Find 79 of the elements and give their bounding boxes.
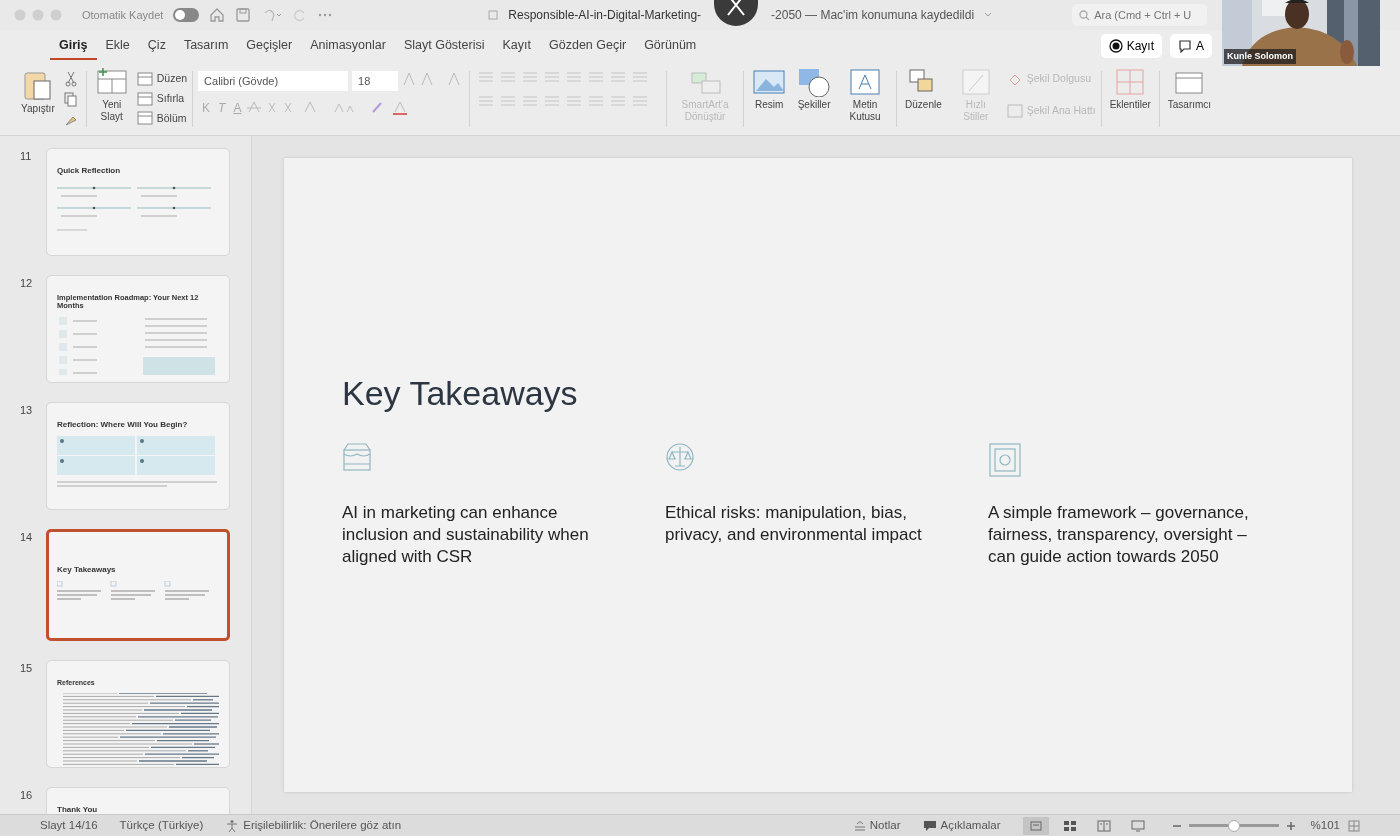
grid-view-icon bbox=[1062, 819, 1077, 832]
ribbon-button[interactable]: Şekiller bbox=[794, 67, 835, 111]
new-slide-button[interactable]: Yeni Slayt bbox=[91, 67, 132, 122]
slide-number: 11 bbox=[20, 149, 33, 164]
ribbon-tab[interactable]: Çiz bbox=[138, 31, 175, 61]
ribbon-tab[interactable]: Tasarım bbox=[174, 31, 238, 61]
ribbon-tab[interactable]: Gözden Geçir bbox=[540, 31, 636, 61]
comment-icon bbox=[1178, 39, 1192, 53]
document-icon bbox=[488, 10, 499, 20]
outline-icon bbox=[1006, 103, 1023, 118]
font-size-field[interactable]: 18 bbox=[352, 71, 399, 91]
close-icon[interactable] bbox=[714, 0, 759, 26]
slide-counter: Slayt 14/16 bbox=[40, 817, 98, 833]
font-field[interactable]: Calibri (Gövde) bbox=[198, 71, 349, 91]
record-icon bbox=[1108, 39, 1123, 53]
slide-title: Key Takeaways bbox=[342, 373, 579, 414]
language-label[interactable]: Türkçe (Türkiye) bbox=[119, 816, 204, 835]
slideshow-icon bbox=[1130, 819, 1145, 832]
thumbnail-title: Reflection: Where Will You Begin? bbox=[57, 421, 189, 430]
text-box-icon bbox=[848, 67, 883, 97]
ribbon-button[interactable]: Resim bbox=[749, 67, 790, 111]
normal-view-icon bbox=[1028, 819, 1043, 832]
thumbnail-title: Thank You bbox=[57, 806, 99, 814]
takeaway-text: Ethical risks: manipulation, bias, privacy, and environmental impact bbox=[665, 501, 923, 546]
zoom-in-icon[interactable] bbox=[1286, 821, 1295, 830]
slide-number: 12 bbox=[20, 276, 34, 291]
takeaway-text: AI in marketing can enhance inclusion and sustainability when aligned with CSR bbox=[342, 501, 590, 568]
slide-thumbnail[interactable]: Key Takeaways bbox=[46, 529, 230, 641]
ribbon-tab[interactable]: Görünüm bbox=[635, 31, 706, 61]
comment-icon bbox=[922, 819, 937, 832]
ribbon-button[interactable]: Tasarımcı bbox=[1164, 67, 1215, 111]
accessibility-button[interactable]: Erişilebilirlik: Önerilere göz atın bbox=[225, 816, 402, 835]
zoom-level[interactable]: %101 bbox=[1310, 816, 1340, 835]
comments-button[interactable]: A bbox=[1170, 34, 1212, 58]
slide-menu-button[interactable]: Bölüm bbox=[136, 110, 188, 127]
notes-button[interactable]: Notlar bbox=[853, 816, 901, 835]
save-icon[interactable] bbox=[235, 7, 252, 23]
document-title: -2050 — Mac'im konumuna kaydedildi bbox=[771, 7, 975, 24]
slide-number: 13 bbox=[20, 403, 34, 418]
thumbnail-title: Key Takeaways bbox=[57, 566, 117, 575]
image-icon bbox=[752, 67, 787, 97]
notes-icon bbox=[853, 820, 866, 831]
slide-thumbnail[interactable]: Thank You bbox=[46, 787, 230, 814]
chevron-down-icon bbox=[984, 12, 993, 18]
takeaway-text: A simple framework – governance, fairness, transparency, oversight – can guide action towards 2050 bbox=[988, 501, 1250, 568]
autosave-toggle[interactable] bbox=[173, 8, 200, 22]
ribbon-button[interactable]: Eklentiler bbox=[1106, 67, 1154, 111]
slide-number: 16 bbox=[20, 788, 34, 803]
ribbon-tab[interactable]: Geçişler bbox=[237, 31, 302, 61]
ribbon-tab[interactable]: Kayıt bbox=[493, 31, 540, 61]
accessibility-icon bbox=[225, 818, 240, 833]
slide-number: 15 bbox=[20, 661, 34, 676]
window-controls-icon bbox=[14, 9, 64, 21]
record-button[interactable]: Kayıt bbox=[1100, 34, 1162, 58]
slide-number: 14 bbox=[20, 530, 34, 545]
search-field[interactable]: Ara (Cmd + Ctrl + U bbox=[1072, 4, 1208, 26]
thumbnail-title: Quick Reflection bbox=[57, 167, 122, 176]
new-slide-icon bbox=[94, 67, 129, 97]
ribbon-tab[interactable]: Slayt Gösterisi bbox=[394, 31, 494, 61]
slide-menu-button[interactable]: Düzen bbox=[136, 71, 188, 87]
slide-thumbnail[interactable]: Reflection: Where Will You Begin? bbox=[46, 402, 230, 510]
autosave-label: Otomatik Kaydet bbox=[82, 7, 164, 23]
ribbon-button[interactable]: Metin Kutusu bbox=[839, 67, 892, 122]
ribbon-tab[interactable]: Ekle bbox=[96, 31, 139, 61]
search-icon bbox=[1079, 10, 1091, 21]
paste-button[interactable]: Yapıştır bbox=[18, 67, 58, 115]
ribbon-button[interactable]: Düzenle bbox=[902, 67, 945, 111]
comments-button[interactable]: Açıklamalar bbox=[922, 816, 1001, 835]
home-icon[interactable] bbox=[209, 7, 226, 23]
layout-icon bbox=[136, 71, 153, 86]
slide-menu-button[interactable]: Sıfırla bbox=[136, 90, 188, 107]
slide-thumbnail[interactable]: Quick Reflection bbox=[46, 148, 230, 256]
shapes-icon bbox=[797, 67, 832, 97]
reading-view-icon bbox=[1096, 819, 1111, 832]
slider-thumb[interactable] bbox=[1227, 819, 1240, 832]
document-title: Responsible-AI-in-Digital-Marketing- bbox=[508, 7, 702, 24]
ribbon-tab[interactable]: Giriş bbox=[50, 31, 97, 61]
fit-icon[interactable] bbox=[1348, 819, 1360, 832]
ribbon-tab[interactable]: Animasyonlar bbox=[301, 31, 395, 61]
